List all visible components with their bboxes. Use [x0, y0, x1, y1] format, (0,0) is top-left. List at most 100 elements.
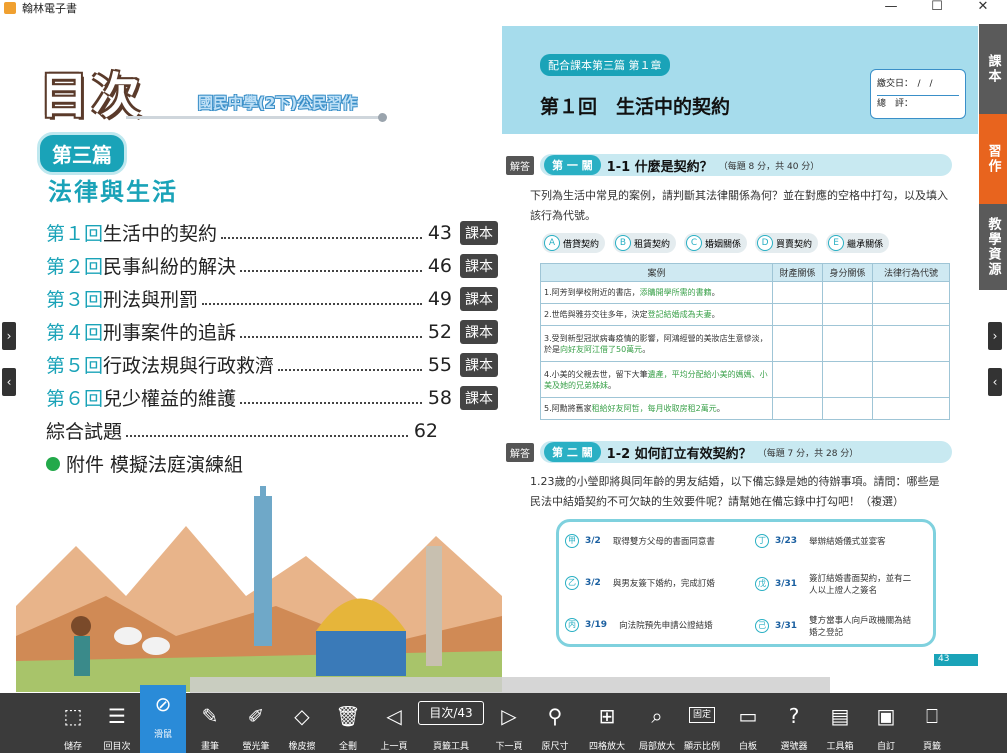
- memo-item[interactable]: 丙 3/19 向法院預先申請公證結婚: [565, 618, 755, 632]
- maximize-button[interactable]: ☐: [922, 0, 952, 16]
- answer-cell[interactable]: [772, 397, 823, 420]
- case-text: 4.小美的父親去世，留下大筆: [544, 369, 648, 379]
- toc-button[interactable]: ☰ 回目次: [94, 693, 140, 753]
- case-table: 案例 財產關係 身分關係 法律行為代號 1.阿芳到學校附近的書店，添購開學所需的…: [540, 263, 950, 420]
- mouse-button[interactable]: ⊘ 滑鼠: [140, 685, 186, 753]
- picker-label: 選號器: [780, 742, 808, 752]
- quad-zoom-button[interactable]: ⊞ 四格放大: [583, 693, 631, 753]
- memo-letter: 己: [755, 619, 769, 633]
- answer-cell[interactable]: [822, 397, 873, 420]
- toc-row[interactable]: 第３回 刑法與刑罰 49 課本: [46, 282, 498, 315]
- toc-row[interactable]: 第２回 民事糾紛的解決 46 課本: [46, 249, 498, 282]
- horizontal-scrollbar[interactable]: [190, 677, 830, 693]
- case-text: 2.世皓與雅芬交往多年，決定: [544, 310, 648, 319]
- answer-cell[interactable]: [772, 361, 823, 398]
- toc-dots: [202, 293, 422, 305]
- section-title: 1-2 如何訂立有效契約？: [606, 446, 752, 462]
- tab-textbook[interactable]: 課本: [979, 24, 1007, 114]
- memo-item[interactable]: 甲 3/2 取得雙方父母的書面同意書: [565, 534, 755, 548]
- highlighter-button[interactable]: ✐ 螢光筆: [233, 693, 279, 753]
- answer-cell[interactable]: [872, 325, 950, 362]
- answer-cell[interactable]: [822, 303, 873, 326]
- prev-page-arrow[interactable]: ›: [2, 322, 16, 350]
- picker-button[interactable]: ? 選號器: [771, 693, 817, 753]
- memo-text: 簽訂結婚書面契約，並有二人以上證人之簽名: [809, 574, 912, 596]
- option-label: 買賣契約: [776, 239, 813, 250]
- ratio-button[interactable]: 固定 顯示比例: [679, 693, 725, 753]
- toc-chapter-title: 生活中的契約: [103, 223, 218, 245]
- save-button[interactable]: ⬚ 儲存: [50, 693, 96, 753]
- answer-cell[interactable]: [772, 281, 823, 304]
- original-size-button[interactable]: ⚲ 原尺寸: [532, 693, 578, 753]
- toc-row-appendix[interactable]: 附件 模擬法庭演練組: [46, 447, 498, 480]
- partial-zoom-button[interactable]: ⌕ 局部放大: [634, 693, 680, 753]
- answer-cell[interactable]: [772, 325, 823, 362]
- memo-item[interactable]: 丁 3/23 舉辦結婚儀式並宴客: [755, 534, 933, 548]
- star-icon: ?: [788, 704, 800, 728]
- custom-button[interactable]: ▣ 自訂: [863, 693, 909, 753]
- textbook-tag[interactable]: 課本: [460, 385, 498, 410]
- memo-date: 3/2: [585, 578, 601, 588]
- toc-row[interactable]: 第１回 生活中的契約 43 課本: [46, 216, 498, 249]
- prev-page-arrow-2[interactable]: ‹: [2, 368, 16, 396]
- tab-teaching-resources[interactable]: 教學資源: [979, 204, 1007, 290]
- answer-cell[interactable]: [872, 281, 950, 304]
- option-item: D 買賣契約: [755, 233, 819, 253]
- original-size-label: 原尺寸: [541, 742, 569, 752]
- next-page-button[interactable]: ▷ 下一頁: [486, 693, 532, 753]
- pen-button[interactable]: ✎ 畫筆: [187, 693, 233, 753]
- minimize-button[interactable]: —: [876, 0, 906, 16]
- option-label: 繼承關係: [847, 239, 884, 250]
- toc-subtitle: 國民中學(2下)公民習作: [198, 94, 358, 112]
- col-header: 財產關係: [772, 263, 823, 282]
- clear-all-button[interactable]: 🗑 全刪: [325, 693, 371, 753]
- prev-page-button[interactable]: ◁ 上一頁: [371, 693, 417, 753]
- answer-cell[interactable]: [822, 361, 873, 398]
- answer-button[interactable]: 解答: [506, 442, 534, 462]
- textbook-tag[interactable]: 課本: [460, 319, 498, 344]
- answer-button[interactable]: 解答: [506, 155, 534, 175]
- grading-box: 繳交日： / / 總 評：: [870, 69, 966, 119]
- page-tab-button[interactable]: ⎕ 頁籤: [909, 693, 955, 753]
- memo-date: 3/31: [775, 579, 798, 589]
- memo-letter: 丁: [755, 534, 769, 548]
- memo-date: 3/2: [585, 536, 601, 546]
- section-title: 1-1 什麼是契約？: [606, 159, 713, 175]
- next-page-arrow[interactable]: ›: [988, 322, 1002, 350]
- memo-item[interactable]: 己 3/31 雙方當事人向戶政機關為結婚之登記: [755, 614, 933, 638]
- toc-row-review[interactable]: 綜合試題 62: [46, 414, 438, 447]
- toc-row[interactable]: 第４回 刑事案件的追訴 52 課本: [46, 315, 498, 348]
- answer-cell[interactable]: [822, 281, 873, 304]
- whiteboard-button[interactable]: ▭ 白板: [725, 693, 771, 753]
- close-button[interactable]: ✕: [968, 0, 998, 16]
- textbook-tag[interactable]: 課本: [460, 253, 498, 278]
- cover-illustration: [16, 486, 502, 692]
- textbook-tag[interactable]: 課本: [460, 352, 498, 377]
- save-icon: ⬚: [63, 704, 83, 728]
- bottom-toolbar: ⬚ 儲存 ☰ 回目次 ⊘ 滑鼠 ✎ 畫筆 ✐ 螢光筆 ◇ 橡皮擦 🗑 全刪 ◁ 上一頁 目次/4…: [0, 685, 1007, 753]
- memo-box: 甲 3/2 取得雙方父母的書面同意書 丁 3/23 舉辦結婚儀式並宴客 乙 3/2 與男友簽…: [556, 519, 936, 647]
- tab-workbook[interactable]: 習作: [979, 114, 1007, 204]
- answer-cell[interactable]: [872, 303, 950, 326]
- chapter-title: 第１回 生活中的契約: [540, 96, 731, 118]
- textbook-tag[interactable]: 課本: [460, 220, 498, 245]
- memo-item[interactable]: 戊 3/31 簽訂結婚書面契約，並有二人以上證人之簽名: [755, 572, 933, 596]
- answer-cell[interactable]: [822, 325, 873, 362]
- chevron-left-icon: ◁: [386, 704, 402, 728]
- toc-page: 43: [427, 221, 452, 244]
- chapter-tag: 配合課本第三篇 第１章: [540, 54, 670, 76]
- memo-item[interactable]: 乙 3/2 與男友簽下婚約，完成訂婚: [565, 576, 755, 590]
- toolbox-button[interactable]: ▤ 工具箱: [817, 693, 863, 753]
- answer-cell[interactable]: [772, 303, 823, 326]
- page-tools-button[interactable]: 頁籤工具: [428, 693, 474, 753]
- next-page-arrow-2[interactable]: ‹: [988, 368, 1002, 396]
- answer-cell[interactable]: [872, 361, 950, 398]
- bullet-icon: [46, 456, 60, 471]
- toc-row[interactable]: 第５回 行政法規與行政救濟 55 課本: [46, 348, 498, 381]
- eraser-button[interactable]: ◇ 橡皮擦: [279, 693, 325, 753]
- option-letter: D: [757, 235, 774, 251]
- toolbox-icon: ▤: [830, 704, 850, 728]
- textbook-tag[interactable]: 課本: [460, 286, 498, 311]
- toc-row[interactable]: 第６回 兒少權益的維護 58 課本: [46, 381, 498, 414]
- answer-cell[interactable]: [872, 397, 950, 420]
